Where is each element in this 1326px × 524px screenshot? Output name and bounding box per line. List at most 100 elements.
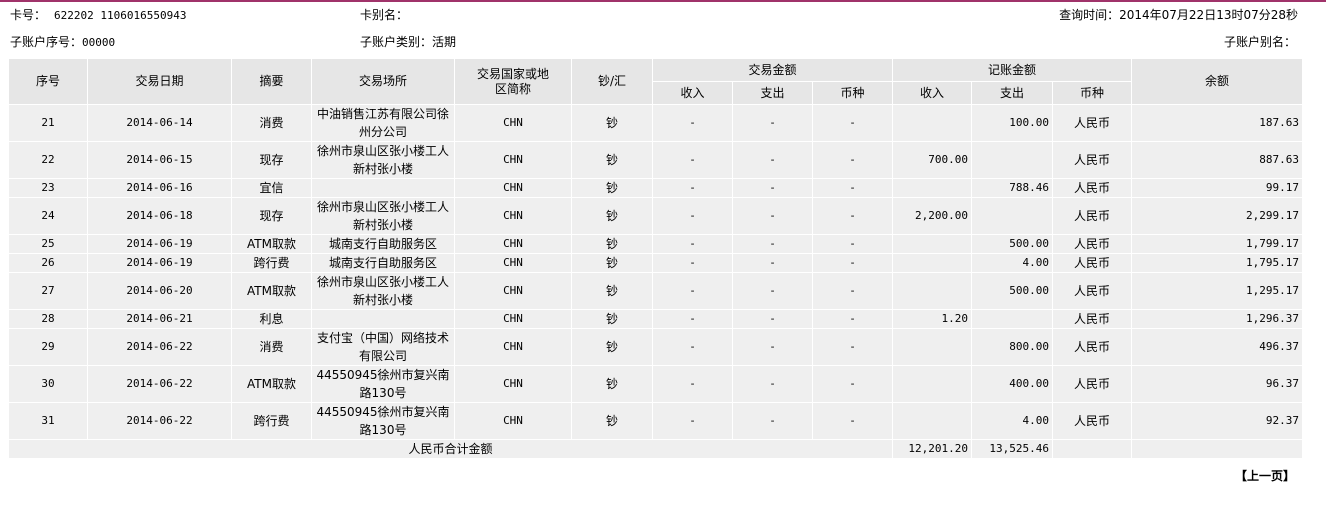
cell-country: CHN	[454, 402, 572, 440]
cell-tx-currency: -	[812, 197, 893, 235]
transaction-table: 序号 交易日期 摘要 交易场所 交易国家或地区简称 钞/汇 交易金额 记账金额 …	[8, 58, 1303, 459]
info-row-1: 卡号： 622202 1106016550943 卡别名： 查询时间：2014年0…	[0, 6, 1326, 24]
top-accent-line	[0, 0, 1326, 2]
cell-book-expense: 4.00	[971, 253, 1053, 273]
cell-tx-currency: -	[812, 234, 893, 254]
cell-place: 徐州市泉山区张小楼工人新村张小楼	[311, 141, 455, 179]
cell-date: 2014-06-21	[87, 309, 232, 329]
cell-tx-income: -	[652, 178, 733, 198]
table-row: 25 2014-06-19 ATM取款 城南支行自助服务区 CHN 钞 - - -500.00 人…	[8, 234, 1303, 254]
cell-tx-income: -	[652, 141, 733, 179]
cell-book-expense	[971, 141, 1053, 179]
cell-balance: 1,296.37	[1131, 309, 1303, 329]
cell-country: CHN	[454, 328, 572, 366]
cell-seq: 24	[8, 197, 88, 235]
cell-book-expense: 500.00	[971, 272, 1053, 310]
cell-date: 2014-06-22	[87, 328, 232, 366]
table-row: 28 2014-06-21 利息 CHN 钞 - - -1.20 人民币 1,296.37	[8, 309, 1303, 329]
info-row-2: 子账户序号：00000 子账户类别：活期 子账户别名：	[0, 33, 1326, 51]
cell-book-income	[892, 234, 972, 254]
table-header: 序号 交易日期 摘要 交易场所 交易国家或地区简称 钞/汇 交易金额 记账金额 …	[8, 58, 1303, 105]
cell-book-expense: 400.00	[971, 365, 1053, 403]
cell-balance: 92.37	[1131, 402, 1303, 440]
cell-seq: 27	[8, 272, 88, 310]
prev-page-link[interactable]: 【上一页】	[1235, 467, 1295, 484]
cell-balance: 96.37	[1131, 365, 1303, 403]
cell-cash: 钞	[571, 272, 653, 310]
col-country: 交易国家或地区简称	[454, 58, 572, 105]
cell-seq: 31	[8, 402, 88, 440]
table-row: 22 2014-06-15 现存 徐州市泉山区张小楼工人新村张小楼 CHN 钞 - - -700…	[8, 141, 1303, 179]
cell-tx-expense: -	[732, 328, 813, 366]
cell-book-income	[892, 104, 972, 142]
cell-tx-income: -	[652, 402, 733, 440]
cell-balance: 887.63	[1131, 141, 1303, 179]
cell-tx-currency: -	[812, 309, 893, 329]
cell-tx-income: -	[652, 272, 733, 310]
cell-cash: 钞	[571, 365, 653, 403]
cell-seq: 29	[8, 328, 88, 366]
cell-tx-currency: -	[812, 402, 893, 440]
cell-tx-expense: -	[732, 309, 813, 329]
cell-place: 徐州市泉山区张小楼工人新村张小楼	[311, 197, 455, 235]
cell-summary: ATM取款	[231, 272, 312, 310]
cell-country: CHN	[454, 253, 572, 273]
cell-place	[311, 178, 455, 198]
cell-seq: 30	[8, 365, 88, 403]
table-row: 23 2014-06-16 宜信 CHN 钞 - - -788.46 人民币 99.17	[8, 178, 1303, 198]
cell-tx-currency: -	[812, 104, 893, 142]
cell-tx-expense: -	[732, 272, 813, 310]
cell-book-currency: 人民币	[1052, 178, 1132, 198]
col-cash: 钞/汇	[571, 58, 653, 105]
cell-tx-currency: -	[812, 365, 893, 403]
cell-place: 44550945徐州市复兴南路130号	[311, 402, 455, 440]
cell-book-currency: 人民币	[1052, 104, 1132, 142]
total-label: 人民币合计金额	[8, 439, 893, 459]
col-seq: 序号	[8, 58, 88, 105]
cell-country: CHN	[454, 104, 572, 142]
cell-place	[311, 309, 455, 329]
cell-balance: 1,795.17	[1131, 253, 1303, 273]
cell-tx-currency: -	[812, 328, 893, 366]
cell-book-expense: 100.00	[971, 104, 1053, 142]
cell-country: CHN	[454, 309, 572, 329]
cell-date: 2014-06-22	[87, 365, 232, 403]
sub-account-number: 子账户序号：00000	[10, 35, 116, 49]
cell-book-income	[892, 253, 972, 273]
col-date: 交易日期	[87, 58, 232, 105]
total-balance-empty	[1131, 439, 1303, 459]
cell-seq: 22	[8, 141, 88, 179]
col-group-book-amount: 记账金额	[892, 58, 1132, 82]
card-alias: 卡别名：	[360, 8, 409, 22]
cell-cash: 钞	[571, 104, 653, 142]
cell-tx-expense: -	[732, 253, 813, 273]
cell-tx-income: -	[652, 309, 733, 329]
cell-tx-income: -	[652, 197, 733, 235]
cell-date: 2014-06-15	[87, 141, 232, 179]
table-row: 21 2014-06-14 消费 中油销售江苏有限公司徐州分公司 CHN 钞 - - -100.…	[8, 104, 1303, 142]
col-summary: 摘要	[231, 58, 312, 105]
cell-book-expense: 4.00	[971, 402, 1053, 440]
col-place: 交易场所	[311, 58, 455, 105]
cell-book-currency: 人民币	[1052, 365, 1132, 403]
cell-summary: 现存	[231, 141, 312, 179]
cell-seq: 28	[8, 309, 88, 329]
cell-summary: 跨行费	[231, 402, 312, 440]
cell-book-expense: 500.00	[971, 234, 1053, 254]
total-expense: 13,525.46	[971, 439, 1053, 459]
cell-book-currency: 人民币	[1052, 234, 1132, 254]
cell-tx-expense: -	[732, 104, 813, 142]
cell-balance: 1,799.17	[1131, 234, 1303, 254]
cell-balance: 1,295.17	[1131, 272, 1303, 310]
col-balance: 余额	[1131, 58, 1303, 105]
cell-balance: 187.63	[1131, 104, 1303, 142]
col-tx-income: 收入	[652, 81, 733, 105]
cell-seq: 25	[8, 234, 88, 254]
col-book-income: 收入	[892, 81, 972, 105]
cell-date: 2014-06-19	[87, 253, 232, 273]
cell-book-expense	[971, 197, 1053, 235]
cell-seq: 26	[8, 253, 88, 273]
table-body: 21 2014-06-14 消费 中油销售江苏有限公司徐州分公司 CHN 钞 - - -100.…	[8, 104, 1303, 459]
cell-book-income: 1.20	[892, 309, 972, 329]
cell-place: 44550945徐州市复兴南路130号	[311, 365, 455, 403]
